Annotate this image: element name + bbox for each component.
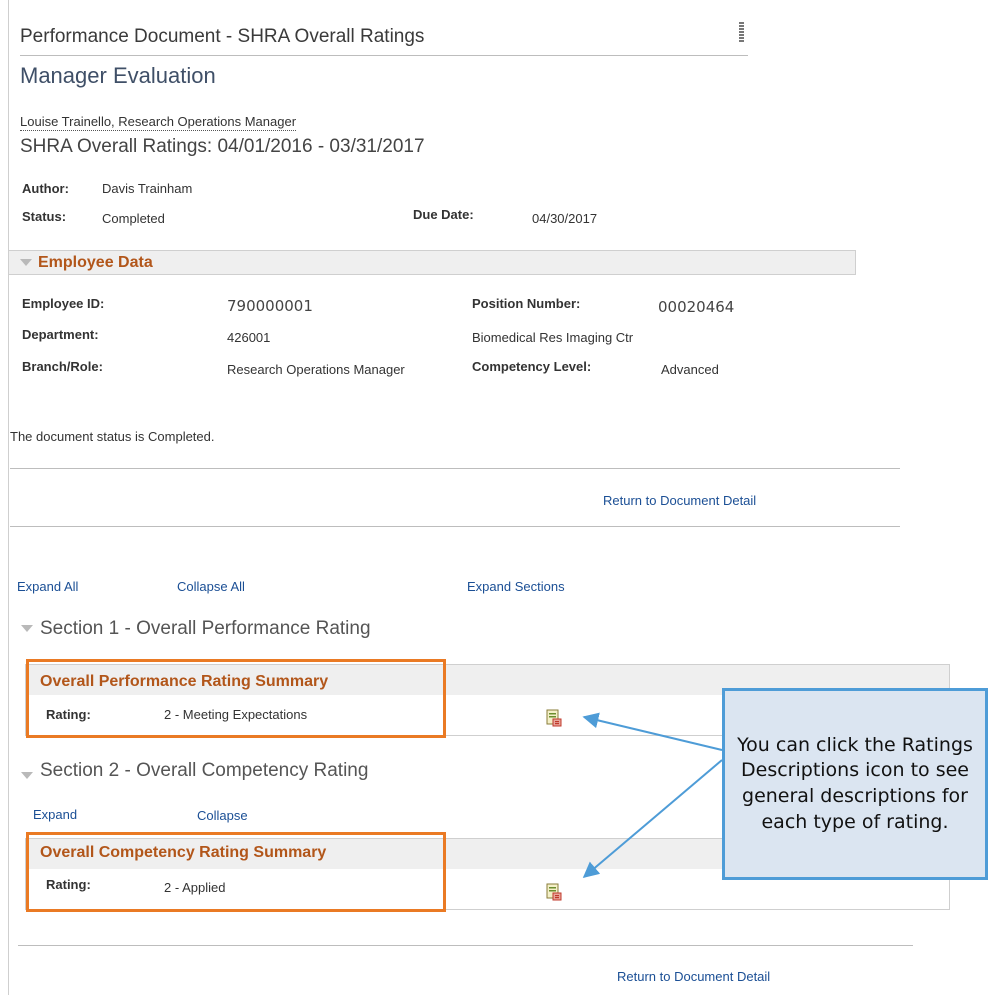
- callout-text: You can click the Ratings Descriptions i…: [737, 733, 973, 833]
- callout-arrow: [582, 759, 723, 879]
- callout-box: You can click the Ratings Descriptions i…: [722, 688, 988, 880]
- callout-arrow: [582, 712, 723, 751]
